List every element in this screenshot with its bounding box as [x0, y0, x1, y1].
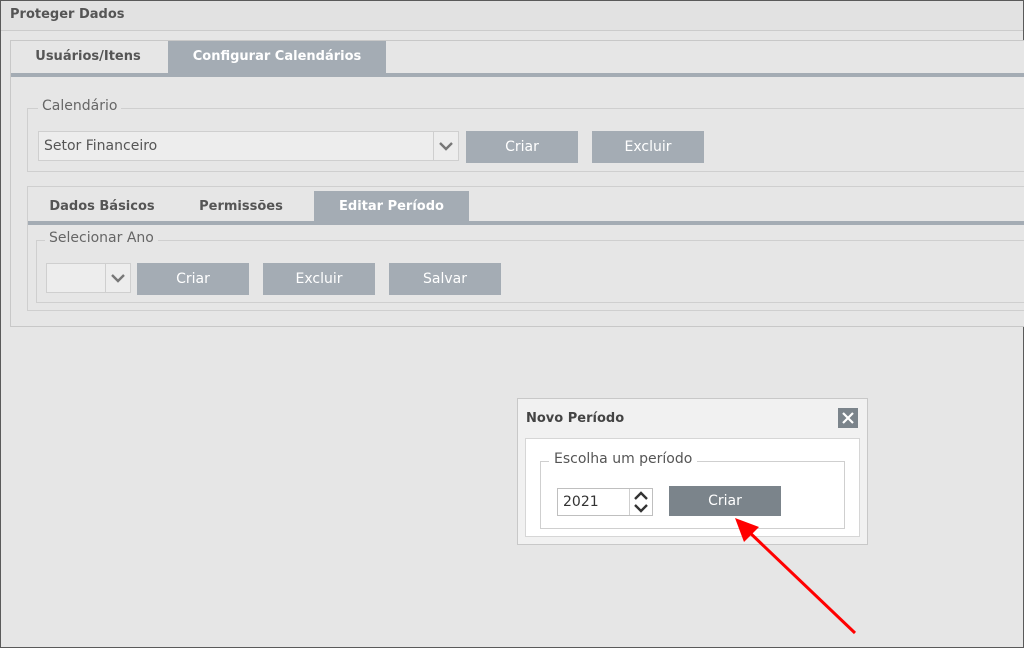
annotation-arrow: [735, 518, 857, 635]
app-window: Proteger Dados Usuários/Itens Configurar…: [0, 0, 1024, 648]
